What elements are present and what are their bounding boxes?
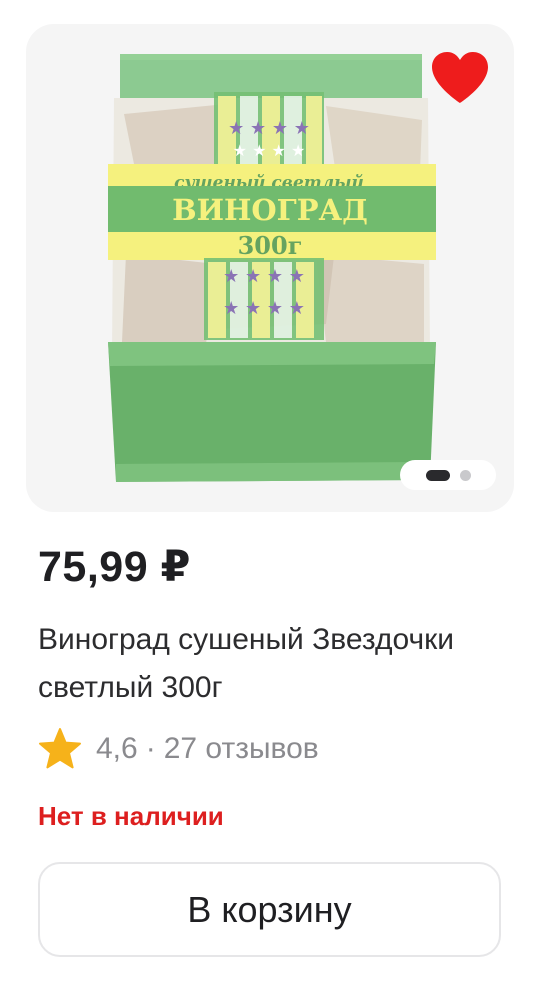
product-card[interactable]: ★ ★ ★ ★ ★ ★ ★ ★ сушеный светлый ВИНОГРАД…: [0, 0, 535, 989]
product-price: 75,99 ₽: [38, 543, 191, 591]
reviews-count[interactable]: 27 отзывов: [164, 732, 319, 766]
image-pager: [400, 460, 496, 490]
rating-separator: ·: [145, 732, 156, 765]
pager-dot-active[interactable]: [425, 469, 450, 481]
stock-status: Нет в наличии: [38, 801, 224, 831]
pager-dot[interactable]: [459, 469, 471, 481]
rating-value: 4,6: [96, 732, 138, 765]
rating-row[interactable]: 4,6 · 27 отзывов: [38, 727, 319, 771]
product-title[interactable]: Виноград сушеный Звездочки светлый 300г: [38, 616, 508, 712]
add-to-cart-button[interactable]: В корзину: [38, 862, 501, 957]
favorite-button[interactable]: [428, 48, 492, 108]
heart-icon: [432, 52, 488, 103]
star-icon: [39, 728, 81, 769]
product-image-carousel[interactable]: ★ ★ ★ ★ ★ ★ ★ ★ сушеный светлый ВИНОГРАД…: [26, 24, 514, 512]
